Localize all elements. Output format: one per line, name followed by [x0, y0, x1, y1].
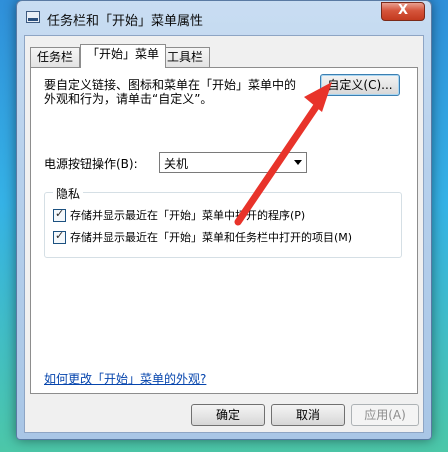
tab-start-menu[interactable]: 「开始」菜单 [80, 44, 167, 68]
start-menu-panel: 要自定义链接、图标和菜单在「开始」菜单中的 外观和行为，请单击“自定义”。 自定… [30, 67, 418, 394]
help-link[interactable]: 如何更改「开始」菜单的外观? [44, 370, 206, 387]
privacy-group-title: 隐私 [53, 185, 84, 202]
checkbox-checked[interactable] [53, 207, 66, 222]
close-icon: X [397, 3, 409, 18]
properties-dialog: 任务栏和「开始」菜单属性 X 任务栏 「开始」菜单 工具栏 要自定义链接、图标和… [16, 0, 432, 440]
tab-taskbar[interactable]: 任务栏 [30, 47, 81, 67]
window-title: 任务栏和「开始」菜单属性 [47, 14, 204, 29]
chevron-down-icon [294, 160, 302, 165]
close-button[interactable]: X [381, 2, 425, 21]
power-button-select[interactable]: 关机 [159, 152, 307, 173]
privacy-option-recent-items[interactable]: 存储并显示最近在「开始」菜单和任务栏中打开的项目(M) [53, 229, 352, 245]
apply-button[interactable]: 应用(A) [351, 404, 419, 426]
checkbox-label: 存储并显示最近在「开始」菜单和任务栏中打开的项目(M) [70, 231, 353, 244]
description-line: 外观和行为，请单击“自定义”。 [44, 92, 213, 106]
power-button-label: 电源按钮操作(B): [44, 157, 138, 171]
tab-label: 工具栏 [167, 50, 204, 64]
cancel-button[interactable]: 取消 [271, 404, 345, 426]
ok-button[interactable]: 确定 [191, 404, 265, 426]
power-button-value: 关机 [164, 157, 189, 171]
tab-label: 任务栏 [37, 50, 74, 64]
privacy-option-recent-programs[interactable]: 存储并显示最近在「开始」菜单中打开的程序(P) [53, 207, 305, 223]
title-bar[interactable]: 任务栏和「开始」菜单属性 X [17, 1, 431, 35]
customize-button[interactable]: 自定义(C)... [320, 74, 400, 96]
privacy-group: 隐私 存储并显示最近在「开始」菜单中打开的程序(P) 存储并显示最近在「开始」菜… [44, 185, 402, 258]
description-line: 要自定义链接、图标和菜单在「开始」菜单中的 [44, 78, 297, 92]
checkbox-label: 存储并显示最近在「开始」菜单中打开的程序(P) [70, 209, 306, 222]
checkbox-checked[interactable] [53, 229, 66, 244]
description-text: 要自定义链接、图标和菜单在「开始」菜单中的 外观和行为，请单击“自定义”。 [44, 78, 314, 106]
dialog-client-area: 任务栏 「开始」菜单 工具栏 要自定义链接、图标和菜单在「开始」菜单中的 外观和… [24, 35, 424, 433]
taskbar-icon [26, 11, 40, 23]
tab-label: 「开始」菜单 [87, 47, 160, 61]
tab-toolbars[interactable]: 工具栏 [160, 47, 211, 67]
